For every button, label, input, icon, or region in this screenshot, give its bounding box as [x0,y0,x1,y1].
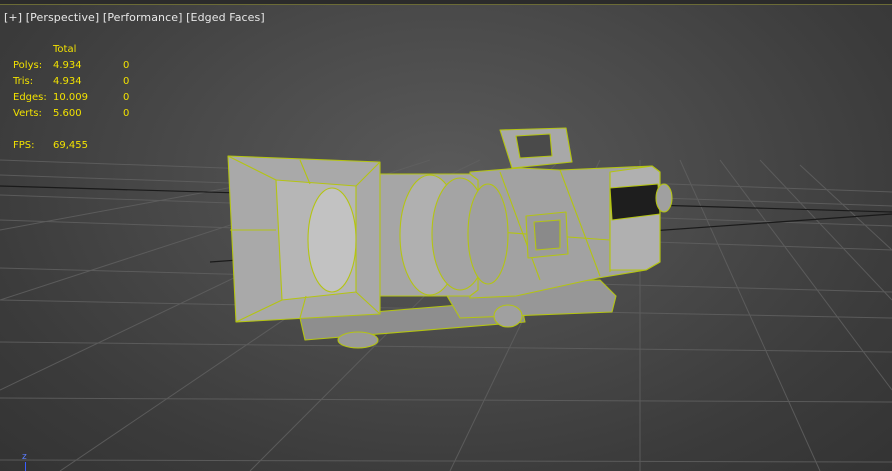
stats-total: 5.600 [53,108,82,119]
stats-selected: 0 [123,108,130,119]
stats-selected: 0 [123,60,130,71]
stats-header-total: Total [53,44,77,55]
axis-gizmo-z-line [25,462,26,471]
viewport-view-menu[interactable]: [Perspective] [26,11,100,24]
viewport[interactable]: [+] [Perspective] [Performance] [Edged F… [0,0,892,471]
viewport-label-menu: [+] [Perspective] [Performance] [Edged F… [4,11,265,24]
stats-total: 4.934 [53,60,82,71]
stats-label: Polys: [13,60,43,71]
stats-label: Tris: [13,76,34,87]
stats-selected: 0 [123,92,130,103]
fps-label: FPS: [13,140,35,151]
stats-label: Edges: [13,92,47,103]
fps-value: 69,455 [53,140,88,151]
stats-label: Verts: [13,108,42,119]
axis-gizmo-z-label: z [22,452,27,462]
viewport-edges-menu[interactable]: [Edged Faces] [186,11,265,24]
stats-total: 10.009 [53,92,88,103]
viewport-plus-menu[interactable]: [+] [4,11,22,24]
viewport-shading-menu[interactable]: [Performance] [103,11,183,24]
stats-selected: 0 [123,76,130,87]
camera-model[interactable] [227,127,673,349]
stats-total: 4.934 [53,76,82,87]
